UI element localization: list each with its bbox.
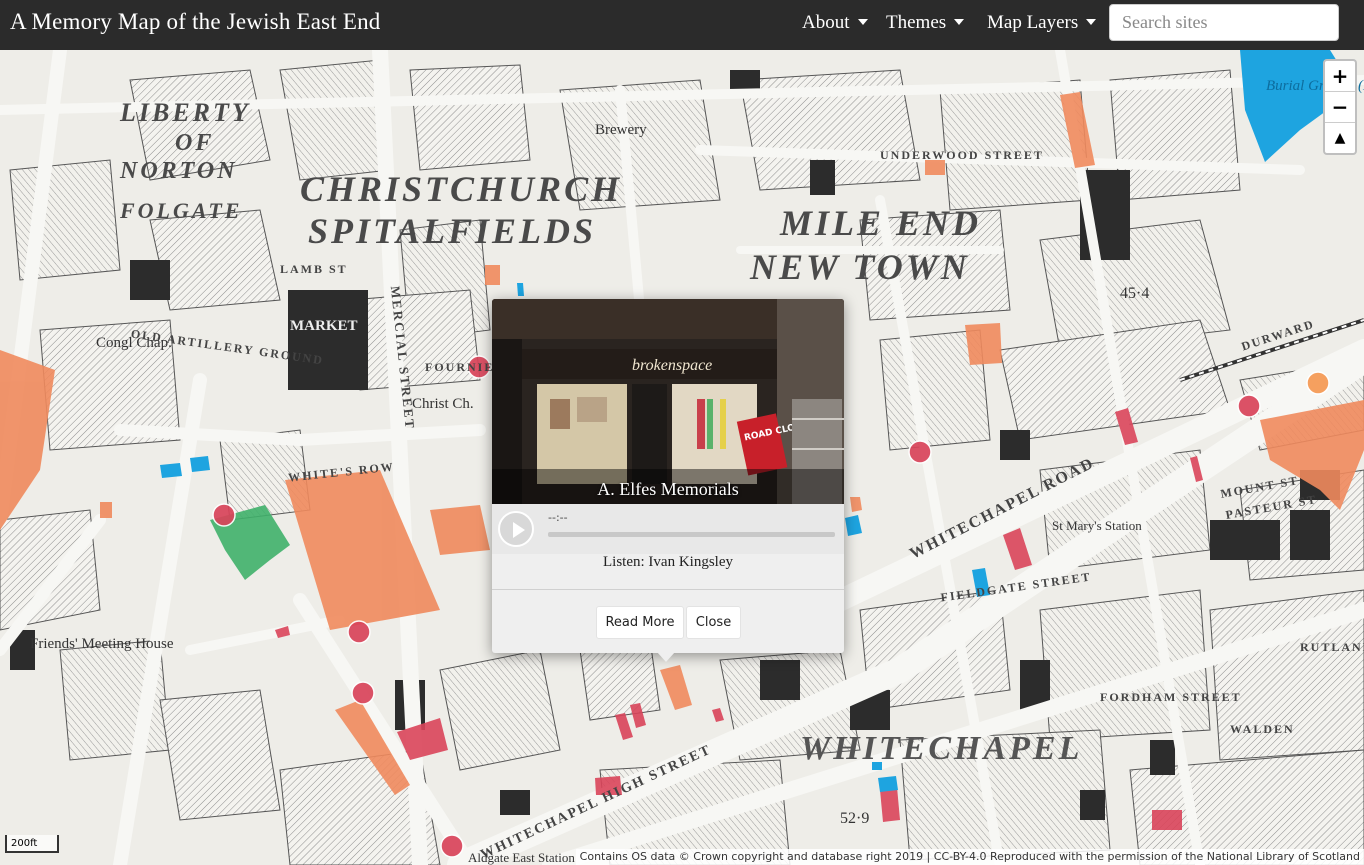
menu-map-layers-label: Map Layers [987,12,1079,33]
caret-down-icon [857,18,868,25]
zoom-control: + − ▲ [1323,59,1357,155]
listen-caption: Listen: Ivan Kingsley [603,554,733,570]
read-more-button[interactable]: Read More [596,606,684,639]
zoom-in-button[interactable]: + [1325,61,1355,92]
attribution: Contains OS data © Crown copyright and d… [575,849,1364,865]
navbar: A Memory Map of the Jewish East End Abou… [0,0,1364,50]
zoom-out-button[interactable]: − [1325,92,1355,123]
menu-map-layers[interactable]: Map Layers [987,12,1097,34]
menu-about-label: About [802,12,850,33]
shopfront-image: brokenspace ROAD CLOSED [492,299,844,504]
caret-down-icon [954,18,965,25]
site-title[interactable]: A Memory Map of the Jewish East End [10,9,380,35]
shop-name-text: brokenspace [632,357,712,374]
popup-title: A. Elfes Memorials [597,479,739,499]
audio-time: --:-- [548,511,568,524]
reset-north-button[interactable]: ▲ [1325,123,1355,153]
popup-tip [657,652,675,662]
search-input[interactable] [1109,4,1339,41]
menu-themes-label: Themes [886,12,947,33]
audio-progress-bar[interactable] [548,532,835,537]
menu-about[interactable]: About [802,12,868,34]
menu-themes[interactable]: Themes [886,12,965,34]
divider [492,589,844,590]
scale-bar: 200ft [5,835,59,853]
site-popup: brokenspace ROAD CLOSED A. Elfes Memoria… [492,299,844,653]
caret-down-icon [1086,18,1097,25]
play-icon[interactable] [498,511,534,547]
close-button[interactable]: Close [686,606,741,639]
site-photo: brokenspace ROAD CLOSED A. Elfes Memoria… [492,299,844,504]
audio-player: --:-- [492,504,844,554]
